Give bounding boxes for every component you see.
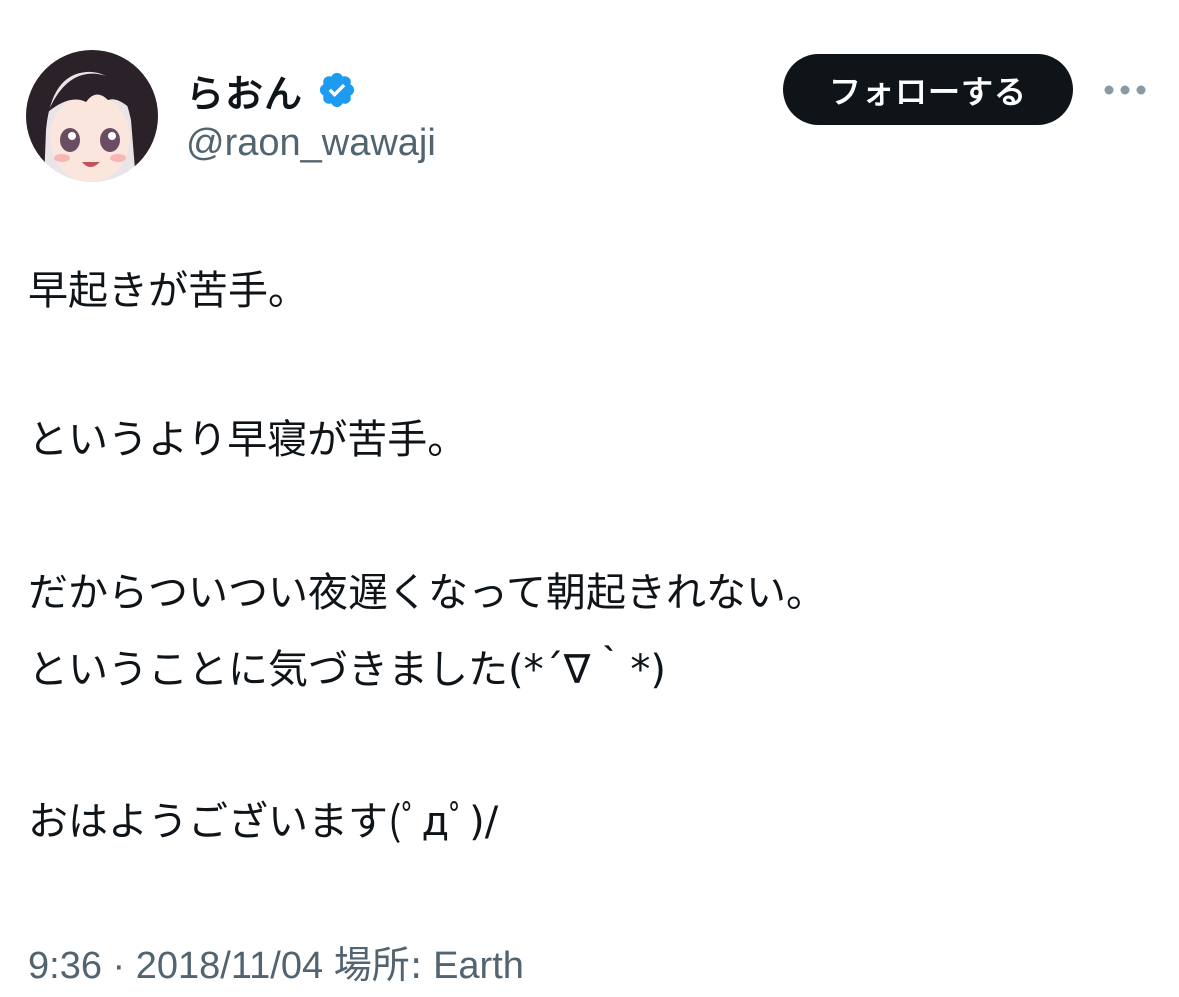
tweet-text-line: というより早寝が苦手。 [28,417,468,463]
tweet-text-line: だからついつい夜遅くなって朝起きれない。 [28,570,826,616]
more-horizontal-icon [1104,85,1146,95]
author-display-name[interactable]: らおん [186,63,303,118]
meta-separator: · [101,945,136,987]
author-name-row[interactable]: らおん [186,62,357,118]
avatar-illustration-icon [26,50,158,182]
avatar[interactable] [26,50,158,182]
author-handle[interactable]: @raon_wawaji [186,122,436,165]
tweet-text-line: 早起きが苦手。 [28,268,308,314]
follow-button[interactable]: フォローする [783,54,1073,125]
tweet-text-line: ということに気づきました(*´∇｀*) [28,647,666,693]
tweet-date[interactable]: 2018/11/04 [136,945,323,987]
tweet-meta: 9:36 · 2018/11/04 場所: Earth [28,934,524,989]
location-value[interactable]: Earth [433,945,524,987]
location-label: 場所: [333,943,423,987]
tweet-text-line: おはようございます(ﾟдﾟ)/ [28,799,499,845]
verified-badge-icon [317,70,357,110]
tweet-time[interactable]: 9:36 [28,945,102,987]
more-options-button[interactable] [1100,72,1150,108]
